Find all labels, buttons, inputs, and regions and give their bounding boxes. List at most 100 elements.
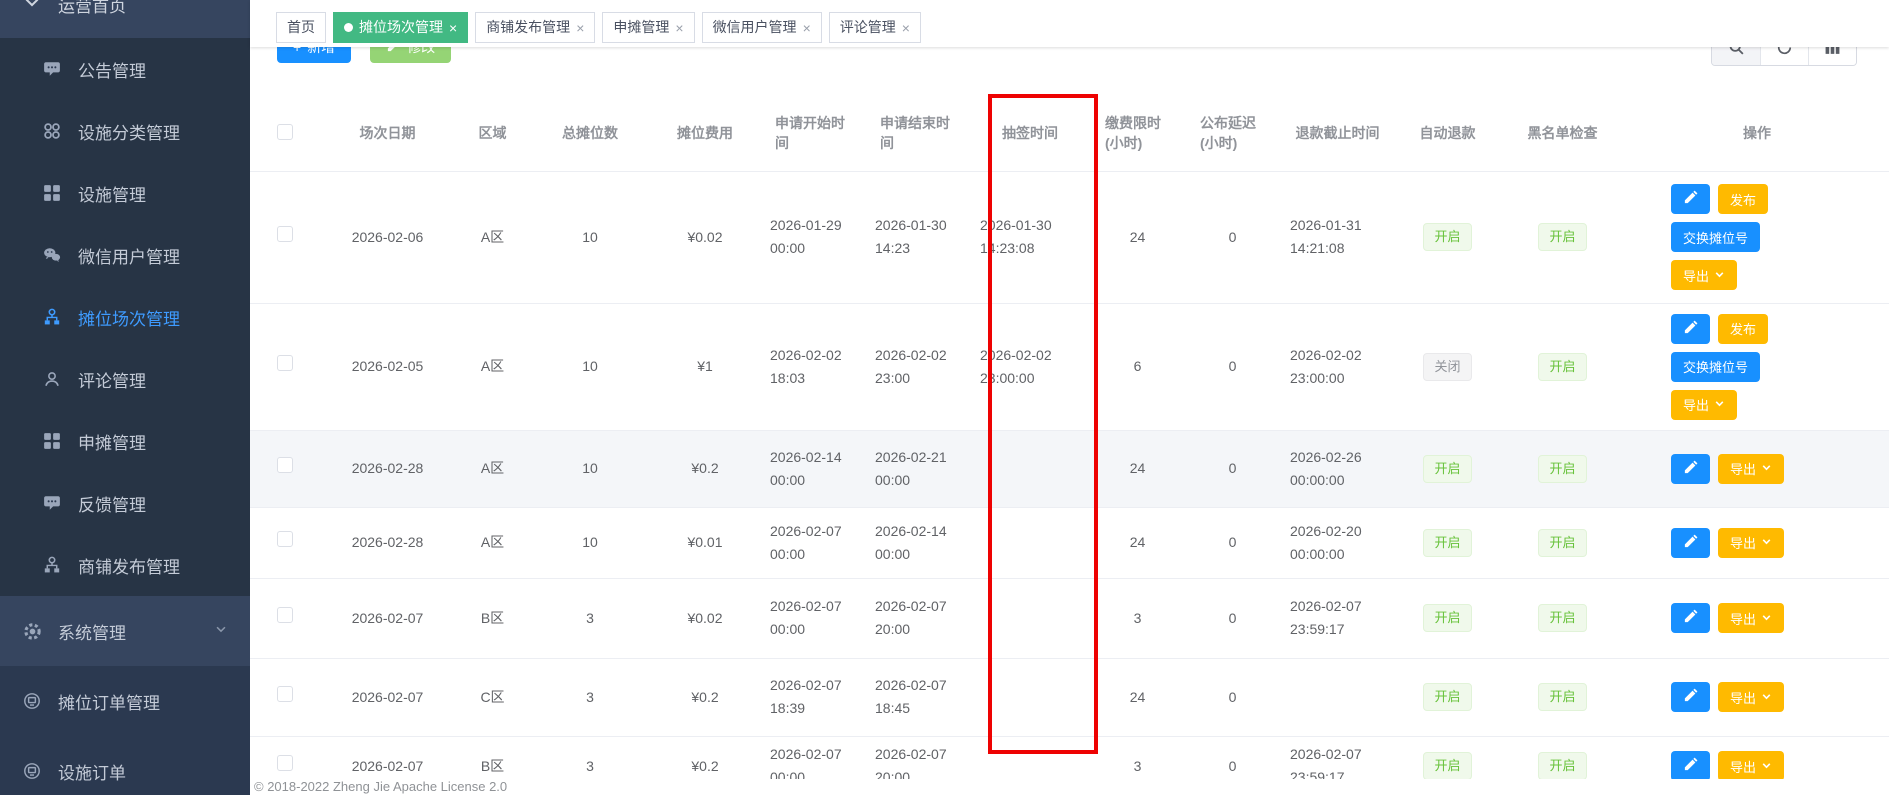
sidebar-item[interactable]: 申摊管理 — [0, 410, 250, 472]
tree-icon — [42, 555, 62, 575]
export-button[interactable]: 导出 — [1718, 682, 1784, 712]
edit-row-button[interactable] — [1671, 528, 1710, 558]
sidebar-item[interactable]: 摊位订单管理 — [0, 666, 250, 736]
comment-icon — [42, 59, 62, 79]
auto-refund-cell: 开启 — [1395, 507, 1500, 578]
sidebar-item[interactable]: 系统管理 — [0, 596, 250, 666]
chevron-circle-icon — [22, 0, 42, 17]
total-cell: 10 — [530, 507, 650, 578]
table-row: 2026-02-06A区10¥0.022026-01-29 00:002026-… — [250, 171, 1889, 303]
apply-start-cell: 2026-02-07 00:00 — [760, 578, 865, 658]
auto-refund-tag: 开启 — [1423, 529, 1471, 557]
publish-delay-cell: 0 — [1185, 578, 1280, 658]
export-button[interactable]: 导出 — [1718, 603, 1784, 633]
row-checkbox[interactable] — [277, 531, 293, 547]
column-header-label: 申请结束时间 — [880, 113, 955, 153]
blacklist-tag: 开启 — [1538, 455, 1586, 483]
row-actions: 导出 — [1671, 454, 1823, 484]
row-checkbox[interactable] — [277, 686, 293, 702]
caret-down-icon — [1761, 535, 1772, 550]
sidebar-item[interactable]: 摊位场次管理 — [0, 286, 250, 348]
edit-row-button[interactable] — [1671, 751, 1710, 781]
gear-icon — [22, 621, 42, 641]
sidebar-item[interactable]: 设施分类管理 — [0, 100, 250, 162]
swap-stall-button[interactable]: 交换摊位号 — [1671, 352, 1760, 382]
sidebar-item[interactable]: 反馈管理 — [0, 472, 250, 534]
publish-button[interactable]: 发布 — [1718, 184, 1768, 214]
grid-icon — [42, 183, 62, 203]
actions-cell: 发布交换摊位号导出 — [1625, 171, 1889, 303]
close-icon[interactable]: × — [576, 21, 584, 35]
column-header: 总摊位数 — [530, 96, 650, 171]
tab-item[interactable]: 申摊管理× — [602, 12, 694, 43]
close-icon[interactable]: × — [449, 21, 457, 35]
date-cell: 2026-02-28 — [320, 430, 455, 507]
row-actions: 导出 — [1671, 682, 1823, 712]
tab-item[interactable]: 摊位场次管理× — [333, 12, 468, 43]
apply-start-cell: 2026-01-29 00:00 — [760, 171, 865, 303]
row-checkbox[interactable] — [277, 607, 293, 623]
apply-start-cell: 2026-02-02 18:03 — [760, 303, 865, 430]
sidebar-item[interactable]: 设施订单 — [0, 736, 250, 795]
row-checkbox[interactable] — [277, 226, 293, 242]
grid-icon — [42, 431, 62, 451]
tab-item[interactable]: 微信用户管理× — [702, 12, 822, 43]
edit-row-button[interactable] — [1671, 314, 1710, 344]
sidebar-item-clipped-top[interactable]: 运营首页 — [0, 0, 250, 38]
fee-cell: ¥0.02 — [650, 171, 760, 303]
auto-refund-tag: 开启 — [1423, 752, 1471, 780]
pay-limit-cell: 24 — [1090, 507, 1185, 578]
close-icon[interactable]: × — [803, 21, 811, 35]
edit-row-button[interactable] — [1671, 454, 1710, 484]
column-header: 申请开始时间 — [760, 96, 865, 171]
edit-row-button[interactable] — [1671, 682, 1710, 712]
column-header: 退款截止时间 — [1280, 96, 1395, 171]
tab-item[interactable]: 商铺发布管理× — [475, 12, 595, 43]
sidebar-item[interactable]: 商铺发布管理 — [0, 534, 250, 596]
pencil-icon — [1683, 320, 1698, 338]
export-button[interactable]: 导出 — [1671, 390, 1737, 420]
column-header-label: 操作 — [1743, 123, 1771, 143]
publish-button[interactable]: 发布 — [1718, 314, 1768, 344]
sidebar-item[interactable]: 设施管理 — [0, 162, 250, 224]
sidebar-item[interactable]: 公告管理 — [0, 38, 250, 100]
fee-cell: ¥1 — [650, 303, 760, 430]
sidebar-item-label: 设施管理 — [78, 181, 146, 206]
row-checkbox[interactable] — [277, 457, 293, 473]
column-header-label: 退款截止时间 — [1296, 123, 1380, 143]
export-button[interactable]: 导出 — [1718, 751, 1784, 781]
pencil-icon — [1683, 534, 1698, 552]
table-row: 2026-02-07C区3¥0.22026-02-07 18:392026-02… — [250, 658, 1889, 736]
apply-start-cell: 2026-02-07 18:39 — [760, 658, 865, 736]
select-all-header — [250, 96, 320, 171]
column-header-label: 自动退款 — [1420, 123, 1476, 143]
edit-row-button[interactable] — [1671, 603, 1710, 633]
close-icon[interactable]: × — [902, 21, 910, 35]
tab-item[interactable]: 首页 — [276, 12, 326, 43]
column-header-label: 申请开始时间 — [775, 113, 850, 153]
sidebar-item[interactable]: 评论管理 — [0, 348, 250, 410]
export-button[interactable]: 导出 — [1718, 528, 1784, 558]
row-checkbox[interactable] — [277, 755, 293, 771]
auto-refund-cell: 开启 — [1395, 578, 1500, 658]
auto-refund-tag: 开启 — [1423, 683, 1471, 711]
edit-row-button[interactable] — [1671, 184, 1710, 214]
caret-down-icon — [1714, 397, 1725, 412]
sidebar-item[interactable]: 微信用户管理 — [0, 224, 250, 286]
row-actions: 发布交换摊位号导出 — [1671, 314, 1823, 420]
area-cell: B区 — [455, 578, 530, 658]
pay-limit-cell: 24 — [1090, 171, 1185, 303]
export-button[interactable]: 导出 — [1718, 454, 1784, 484]
row-select-cell — [250, 507, 320, 578]
row-checkbox[interactable] — [277, 355, 293, 371]
comment-icon — [42, 493, 62, 513]
tab-item[interactable]: 评论管理× — [829, 12, 921, 43]
area-cell: C区 — [455, 658, 530, 736]
tree-icon — [42, 307, 62, 327]
select-all-checkbox[interactable] — [277, 124, 293, 140]
swap-stall-button[interactable]: 交换摊位号 — [1671, 222, 1760, 252]
column-header-label: 公布延迟(小时) — [1200, 113, 1265, 153]
export-button[interactable]: 导出 — [1671, 260, 1737, 290]
column-header-label: 场次日期 — [360, 123, 416, 143]
close-icon[interactable]: × — [675, 21, 683, 35]
